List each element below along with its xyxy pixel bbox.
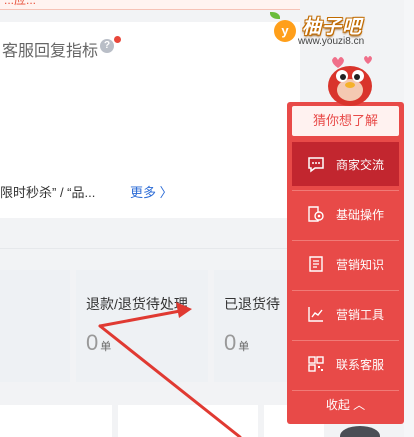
card-title: 客服回复指标 bbox=[2, 43, 99, 60]
stat-label: 退款/退货待处理 bbox=[86, 296, 188, 312]
stat-unit: 单 bbox=[100, 341, 112, 353]
panel-item-contact-support[interactable]: 联系客服 bbox=[292, 342, 399, 386]
logo-brand: 柚子吧 bbox=[302, 17, 363, 38]
bottom-card[interactable] bbox=[0, 405, 112, 437]
more-link[interactable]: 更多 〉 bbox=[130, 182, 173, 201]
divider bbox=[292, 190, 399, 191]
stat-value: 0单 bbox=[224, 330, 249, 356]
panel-item-merchant-chat[interactable]: 商家交流 bbox=[292, 142, 399, 186]
panel-item-marketing-tools[interactable]: 营销工具 bbox=[292, 292, 399, 336]
panel-item-basic-ops[interactable]: 基础操作 bbox=[292, 192, 399, 236]
stat-value: 0单 bbox=[86, 330, 111, 356]
qr-code-icon bbox=[308, 356, 324, 372]
panel-item-marketing-knowledge[interactable]: 营销知识 bbox=[292, 242, 399, 286]
panel-item-label: 商家交流 bbox=[336, 158, 385, 172]
panel-item-label: 联系客服 bbox=[336, 358, 385, 372]
stat-label: 已退货待 bbox=[224, 296, 280, 312]
stat-number: 0 bbox=[224, 330, 237, 355]
top-alert-bar: ...应... bbox=[0, 0, 300, 10]
promo-text[interactable]: 限时秒杀” / “品... bbox=[0, 182, 95, 201]
stat-number: 0 bbox=[86, 330, 99, 355]
stat-card-refund-pending[interactable]: 退款/退货待处理 0单 bbox=[76, 270, 208, 382]
watermark-logo: y 柚子吧 www.youzi8.cn bbox=[268, 10, 414, 54]
divider bbox=[292, 240, 399, 241]
divider bbox=[292, 340, 399, 341]
mascot-bird-image bbox=[328, 56, 372, 106]
notification-dot bbox=[114, 36, 121, 43]
alert-text: ...应... bbox=[4, 0, 37, 7]
chart-tool-icon bbox=[308, 307, 323, 322]
collapse-button[interactable]: 收起 ︿ bbox=[292, 392, 399, 418]
stat-unit: 单 bbox=[238, 341, 250, 353]
panel-item-label: 营销工具 bbox=[336, 308, 385, 322]
help-panel: 猜你想了解 商家交流 基础操作 营销知识 营销工具 联系客服 收起 ︿ bbox=[287, 102, 404, 424]
avatar[interactable] bbox=[340, 426, 380, 437]
question-circle-icon[interactable]: ? bbox=[100, 39, 114, 53]
document-icon bbox=[309, 256, 323, 272]
scrollbar-track[interactable] bbox=[404, 0, 414, 437]
panel-item-label: 营销知识 bbox=[336, 258, 385, 272]
logo-badge: y bbox=[274, 20, 296, 42]
leaf-icon bbox=[270, 12, 280, 19]
stat-card[interactable] bbox=[0, 270, 70, 382]
bottom-card[interactable] bbox=[118, 405, 258, 437]
logo-url: www.youzi8.cn bbox=[298, 36, 365, 47]
panel-header: 猜你想了解 bbox=[292, 106, 399, 136]
divider bbox=[0, 248, 300, 249]
divider bbox=[292, 290, 399, 291]
divider bbox=[292, 390, 399, 391]
chat-icon bbox=[308, 157, 324, 173]
panel-item-label: 基础操作 bbox=[336, 208, 385, 222]
gear-document-icon bbox=[308, 206, 324, 222]
